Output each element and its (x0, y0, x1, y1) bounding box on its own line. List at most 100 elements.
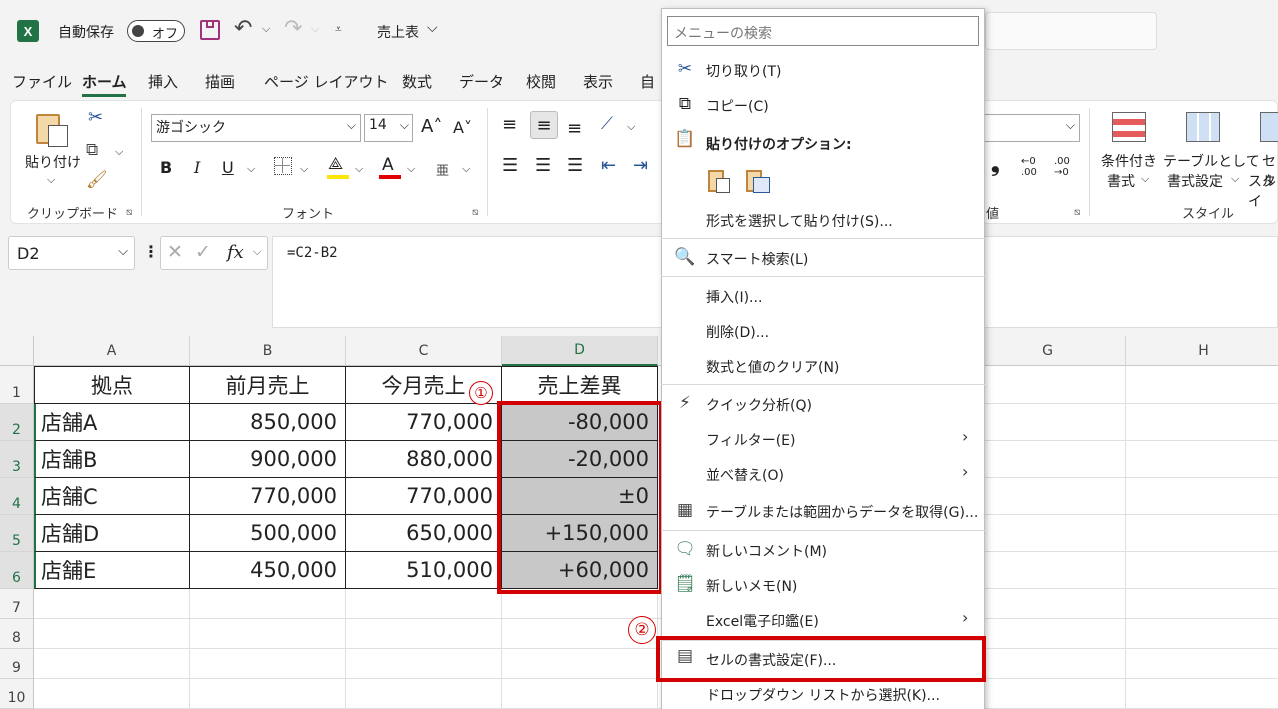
format-as-table-chevron-icon[interactable]: ⌵ (1231, 172, 1239, 186)
table-cell[interactable]: 850,000 (190, 404, 346, 441)
grid-cell[interactable] (190, 679, 346, 709)
fill-color-dropdown-icon[interactable]: ⌵ (355, 162, 363, 176)
undo-icon[interactable]: ↶ (234, 16, 252, 41)
table-header-cell[interactable]: 前月売上 (190, 366, 346, 404)
grid-cell[interactable] (1126, 649, 1278, 679)
row-header-8[interactable]: 8 (0, 619, 34, 649)
table-cell[interactable]: 店舗A (34, 404, 190, 441)
menu-item-delete[interactable]: 削除(D)... (706, 322, 769, 342)
grid-cell[interactable] (970, 441, 1126, 478)
grid-cell[interactable] (190, 619, 346, 649)
tab-data[interactable]: データ (459, 71, 504, 92)
tab-file[interactable]: ファイル (12, 71, 72, 92)
grid-cell[interactable] (34, 679, 190, 709)
decrease-decimal-icon[interactable]: .00 →0 (1054, 156, 1070, 178)
font-size-dropdown[interactable]: 14 ⌵ (364, 114, 413, 142)
table-cell[interactable]: 770,000 (346, 478, 502, 515)
clipboard-launcher-icon[interactable]: ⧅ (126, 207, 132, 218)
menu-search-input[interactable]: メニューの検索 (667, 16, 979, 46)
conditional-formatting-label-2[interactable]: 書式 (1107, 171, 1135, 191)
redo-dropdown-icon[interactable]: ⌵ (311, 22, 319, 36)
menu-item-excel-stamp[interactable]: Excel電子印鑑(E) (706, 611, 819, 631)
file-name-chevron-icon[interactable]: ⌵ (427, 20, 438, 36)
row-header-6[interactable]: 6 (0, 552, 34, 589)
align-left-icon[interactable]: ☰ (502, 155, 518, 176)
bold-button[interactable]: B (160, 158, 172, 177)
orientation-icon[interactable]: ⟋ (601, 114, 613, 134)
grid-cell[interactable] (502, 679, 658, 709)
underline-dropdown-icon[interactable]: ⌵ (247, 162, 255, 176)
formula-bar-grip-icon[interactable]: ⋮ (143, 242, 159, 261)
table-cell[interactable]: 900,000 (190, 441, 346, 478)
tab-view[interactable]: 表示 (583, 71, 613, 92)
font-color-button[interactable]: A (382, 155, 394, 175)
grid-cell[interactable] (970, 404, 1126, 441)
grid-cell[interactable] (1126, 619, 1278, 649)
increase-indent-icon[interactable]: ⇥ (633, 155, 648, 176)
font-launcher-icon[interactable]: ⧅ (472, 207, 478, 218)
table-cell[interactable]: 510,000 (346, 552, 502, 589)
tab-home[interactable]: ホーム (82, 71, 127, 92)
grow-font-button[interactable]: A˄ (421, 116, 442, 137)
table-cell[interactable]: 店舗B (34, 441, 190, 478)
borders-dropdown-icon[interactable]: ⌵ (300, 162, 308, 176)
conditional-formatting-icon[interactable] (1112, 112, 1146, 142)
shrink-font-button[interactable]: A˅ (453, 118, 472, 137)
conditional-formatting-chevron-icon[interactable]: ⌵ (1141, 172, 1149, 186)
row-header-7[interactable]: 7 (0, 589, 34, 619)
grid-cell[interactable] (1126, 441, 1278, 478)
grid-cell[interactable] (970, 515, 1126, 552)
grid-cell[interactable] (970, 552, 1126, 589)
customize-toolbar-icon[interactable]: ⩡ (335, 22, 342, 37)
italic-button[interactable]: I (194, 158, 200, 177)
align-top-icon[interactable]: ≡ (502, 114, 517, 135)
row-header-4[interactable]: 4 (0, 478, 34, 515)
row-header-3[interactable]: 3 (0, 441, 34, 478)
phonetic-guide-button[interactable]: 亜 (436, 160, 449, 179)
menu-item-new-comment[interactable]: 新しいコメント(M) (706, 541, 827, 561)
menu-item-clear-contents[interactable]: 数式と値のクリア(N) (706, 357, 839, 377)
redo-icon[interactable]: ↷ (284, 16, 302, 41)
undo-dropdown-icon[interactable]: ⌵ (262, 22, 270, 36)
font-name-dropdown[interactable]: 游ゴシック ⌵ (151, 114, 361, 142)
grid-cell[interactable] (970, 366, 1126, 404)
table-cell[interactable]: 770,000 (346, 404, 502, 441)
top-search-box[interactable] (985, 12, 1157, 50)
table-header-cell[interactable]: 売上差異 (502, 366, 658, 404)
menu-item-dropdown-pick[interactable]: ドロップダウン リストから選択(K)... (706, 685, 940, 705)
comma-style-button[interactable]: ❟ (991, 152, 1000, 177)
grid-cell[interactable] (34, 649, 190, 679)
format-painter-icon[interactable]: 🖌 (86, 170, 108, 190)
increase-decimal-icon[interactable]: ←0 .00 (1021, 156, 1037, 178)
menu-item-sort[interactable]: 並べ替え(O) (706, 465, 784, 485)
decrease-indent-icon[interactable]: ⇤ (601, 155, 616, 176)
table-cell[interactable]: 770,000 (190, 478, 346, 515)
tab-draw[interactable]: 描画 (205, 71, 235, 92)
grid-cell[interactable] (970, 649, 1126, 679)
name-box[interactable]: D2 ⌵ (8, 236, 135, 270)
tab-review[interactable]: 校閲 (526, 71, 556, 92)
paste-icon[interactable] (36, 111, 70, 147)
grid-cell[interactable] (1126, 515, 1278, 552)
grid-cell[interactable] (970, 679, 1126, 709)
table-cell[interactable]: 650,000 (346, 515, 502, 552)
grid-cell[interactable] (190, 649, 346, 679)
cut-icon[interactable]: ✂ (88, 107, 103, 128)
select-all-corner[interactable] (0, 336, 34, 366)
table-cell[interactable]: 店舗E (34, 552, 190, 589)
grid-cell[interactable] (970, 478, 1126, 515)
row-header-10[interactable]: 10 (0, 679, 34, 709)
grid-cell[interactable] (346, 649, 502, 679)
menu-item-insert[interactable]: 挿入(I)... (706, 287, 762, 307)
copy-dropdown-icon[interactable]: ⌵ (115, 145, 123, 159)
underline-button[interactable]: U (222, 158, 234, 177)
menu-item-get-data[interactable]: テーブルまたは範囲からデータを取得(G)... (706, 502, 978, 522)
tab-insert[interactable]: 挿入 (148, 71, 178, 92)
column-header-a[interactable]: A (34, 336, 190, 366)
menu-item-copy[interactable]: コピー(C) (706, 96, 769, 116)
grid-cell[interactable] (1126, 589, 1278, 619)
cell-styles-label-2[interactable]: スタイ (1248, 171, 1278, 211)
menu-item-cut[interactable]: 切り取り(T) (706, 61, 781, 81)
column-header-c[interactable]: C (346, 336, 502, 366)
borders-icon[interactable] (274, 157, 292, 175)
